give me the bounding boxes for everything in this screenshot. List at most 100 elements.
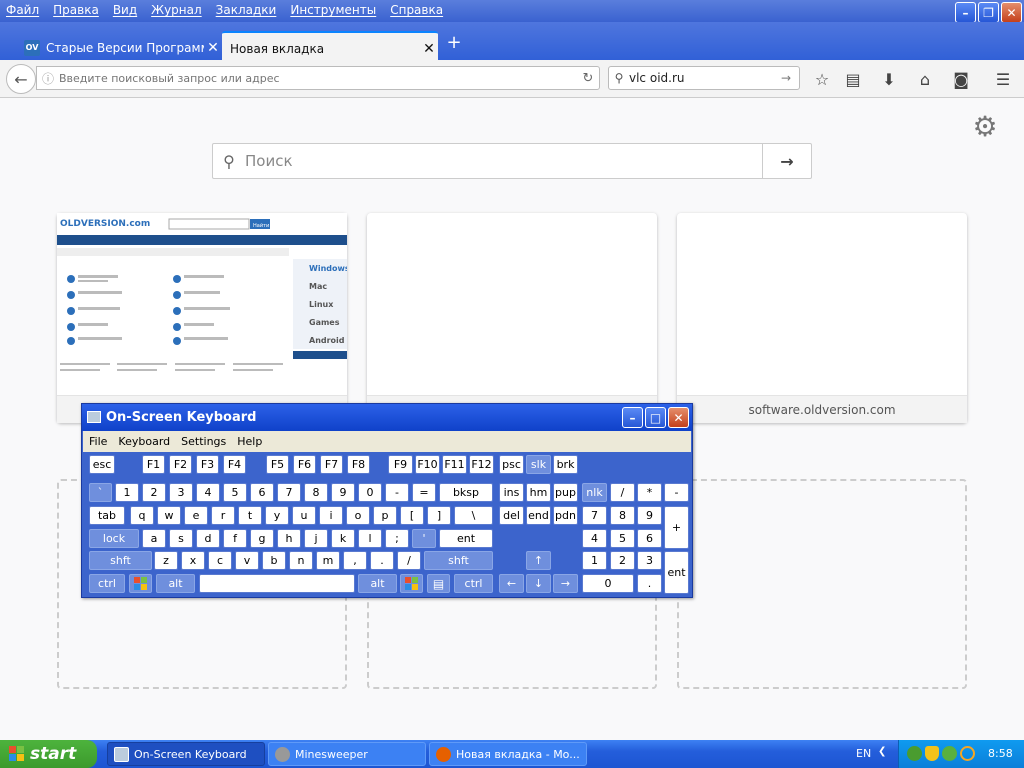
key-tab[interactable]: tab	[89, 506, 125, 525]
key-right-alt[interactable]: alt	[358, 574, 397, 593]
key-quote[interactable]: '	[412, 529, 436, 548]
key-semicolon[interactable]: ;	[385, 529, 409, 548]
key-f12[interactable]: F12	[469, 455, 494, 474]
menu-file[interactable]: Файл	[6, 3, 39, 17]
key-num-1[interactable]: 1	[582, 551, 607, 570]
menu-help[interactable]: Справка	[390, 3, 443, 17]
key-r[interactable]: r	[211, 506, 235, 525]
taskbar-item-osk[interactable]: On-Screen Keyboard	[107, 742, 265, 766]
url-bar[interactable]: ⓘ ↻	[36, 66, 600, 90]
start-button[interactable]: start	[0, 740, 97, 768]
key-num-plus[interactable]: +	[664, 506, 689, 549]
key-f2[interactable]: F2	[169, 455, 192, 474]
key-ins[interactable]: ins	[499, 483, 524, 502]
key-right-windows[interactable]	[400, 574, 423, 593]
key-c[interactable]: c	[208, 551, 232, 570]
clock[interactable]: 8:58	[988, 747, 1013, 760]
key-u[interactable]: u	[292, 506, 316, 525]
key-g[interactable]: g	[250, 529, 274, 548]
key-f9[interactable]: F9	[388, 455, 413, 474]
key-i[interactable]: i	[319, 506, 343, 525]
menu-history[interactable]: Журнал	[151, 3, 202, 17]
osk-title-bar[interactable]: On-Screen Keyboard – □ ✕	[82, 404, 692, 431]
menu-tools[interactable]: Инструменты	[290, 3, 376, 17]
downloads-icon[interactable]: ⬇	[878, 68, 900, 90]
key-j[interactable]: j	[304, 529, 328, 548]
key-num-minus[interactable]: -	[664, 483, 689, 502]
key-f3[interactable]: F3	[196, 455, 219, 474]
osk-close-button[interactable]: ✕	[668, 407, 689, 428]
key-a[interactable]: a	[142, 529, 166, 548]
key-e[interactable]: e	[184, 506, 208, 525]
key-4[interactable]: 4	[196, 483, 220, 502]
key-caps-lock[interactable]: lock	[89, 529, 139, 548]
key-num-multiply[interactable]: *	[637, 483, 662, 502]
osk-menu-settings[interactable]: Settings	[181, 435, 226, 448]
key-l[interactable]: l	[358, 529, 382, 548]
key-brk[interactable]: brk	[553, 455, 578, 474]
home-icon[interactable]: ⌂	[914, 68, 936, 90]
key-pup[interactable]: pup	[553, 483, 578, 502]
key-left-alt[interactable]: alt	[156, 574, 195, 593]
key-del[interactable]: del	[499, 506, 524, 525]
hamburger-menu-icon[interactable]: ☰	[992, 68, 1014, 90]
minimize-button[interactable]: –	[955, 2, 976, 23]
key-o[interactable]: o	[346, 506, 370, 525]
pocket-icon[interactable]: ◙	[950, 68, 972, 90]
key-p[interactable]: p	[373, 506, 397, 525]
key-f6[interactable]: F6	[293, 455, 316, 474]
osk-minimize-button[interactable]: –	[622, 407, 643, 428]
menu-bookmarks[interactable]: Закладки	[216, 3, 277, 17]
key-menu[interactable]: ▤	[427, 574, 450, 593]
key-v[interactable]: v	[235, 551, 259, 570]
key-esc[interactable]: esc	[89, 455, 115, 474]
key-left-bracket[interactable]: [	[400, 506, 424, 525]
gear-icon[interactable]: ⚙	[970, 112, 1000, 142]
key-backslash[interactable]: \	[454, 506, 493, 525]
osk-menu-keyboard[interactable]: Keyboard	[118, 435, 170, 448]
key-d[interactable]: d	[196, 529, 220, 548]
key-down-arrow[interactable]: ↓	[526, 574, 551, 593]
key-num-enter[interactable]: ent	[664, 551, 689, 594]
osk-menu-file[interactable]: File	[89, 435, 107, 448]
utorrent-icon[interactable]	[907, 746, 922, 761]
key-nlk[interactable]: nlk	[582, 483, 607, 502]
key-num-3[interactable]: 3	[637, 551, 662, 570]
search-go-arrow-icon[interactable]: →	[781, 71, 799, 85]
key-m[interactable]: m	[316, 551, 340, 570]
key-space[interactable]	[199, 574, 355, 593]
key-equals[interactable]: =	[412, 483, 436, 502]
taskbar-item-minesweeper[interactable]: Minesweeper	[268, 742, 426, 766]
bookmark-star-icon[interactable]: ☆	[811, 68, 833, 90]
key-6[interactable]: 6	[250, 483, 274, 502]
key-num-8[interactable]: 8	[610, 506, 635, 525]
close-window-button[interactable]: ✕	[1001, 2, 1022, 23]
key-right-arrow[interactable]: →	[553, 574, 578, 593]
key-w[interactable]: w	[157, 506, 181, 525]
key-num-5[interactable]: 5	[610, 529, 635, 548]
search-tray-icon[interactable]	[960, 746, 975, 761]
language-indicator[interactable]: EN	[856, 747, 871, 760]
reload-icon[interactable]: ↻	[577, 71, 599, 86]
key-num-4[interactable]: 4	[582, 529, 607, 548]
key-3[interactable]: 3	[169, 483, 193, 502]
key-num-decimal[interactable]: .	[637, 574, 662, 593]
key-right-bracket[interactable]: ]	[427, 506, 451, 525]
network-icon[interactable]	[942, 746, 957, 761]
key-f8[interactable]: F8	[347, 455, 370, 474]
key-z[interactable]: z	[154, 551, 178, 570]
key-enter[interactable]: ent	[439, 529, 493, 548]
key-period[interactable]: .	[370, 551, 394, 570]
key-num-6[interactable]: 6	[637, 529, 662, 548]
key-f1[interactable]: F1	[142, 455, 165, 474]
key-t[interactable]: t	[238, 506, 262, 525]
key-num-7[interactable]: 7	[582, 506, 607, 525]
key-right-shift[interactable]: shft	[424, 551, 493, 570]
newtab-search-go-arrow-icon[interactable]: →	[762, 144, 811, 178]
menu-edit[interactable]: Правка	[53, 3, 99, 17]
key-num-0[interactable]: 0	[582, 574, 634, 593]
key-9[interactable]: 9	[331, 483, 355, 502]
key-end[interactable]: end	[526, 506, 551, 525]
url-input[interactable]	[59, 71, 577, 85]
key-f[interactable]: f	[223, 529, 247, 548]
